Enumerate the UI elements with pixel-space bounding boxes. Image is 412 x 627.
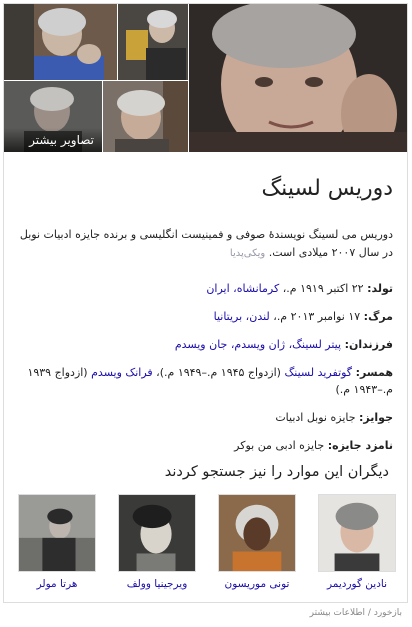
fact-link-2[interactable]: فرانک ویسدم <box>91 366 153 379</box>
fact-label: همسر: <box>355 366 393 379</box>
knowledge-panel: تصاویر بیشتر دوریس لسینگ دوریس می لسینگ … <box>3 3 408 603</box>
gallery-photo-2[interactable] <box>118 4 188 80</box>
person-photo[interactable] <box>318 494 396 572</box>
image-gallery: تصاویر بیشتر <box>4 4 407 152</box>
fact-link[interactable]: کرمانشاه، ایران <box>206 282 279 295</box>
people-also-search-list: هرتا مولر ویرجینیا وولف تونی موریسون ناد… <box>18 494 396 594</box>
fact-label: فرزندان: <box>344 338 393 351</box>
fact-born: تولد: ۲۲ اکتبر ۱۹۱۹ م.، کرمانشاه، ایران <box>14 280 393 297</box>
person-photo[interactable] <box>18 494 96 572</box>
footer-separator: / <box>365 608 374 618</box>
gallery-photo-main[interactable] <box>189 4 407 152</box>
person-card[interactable]: ویرجینیا وولف <box>118 494 196 590</box>
person-card[interactable]: هرتا مولر <box>18 494 96 590</box>
person-photo[interactable] <box>118 494 196 572</box>
fact-value: ۱۷ نوامبر ۲۰۱۳ م.، <box>269 310 361 323</box>
source-link[interactable]: ویکی‌پدیا <box>230 248 265 259</box>
fact-died: مرگ: ۱۷ نوامبر ۲۰۱۳ م.، لندن، بریتانیا <box>14 308 393 325</box>
gallery-photo-3[interactable]: تصاویر بیشتر <box>4 81 102 152</box>
person-photo[interactable] <box>218 494 296 572</box>
fact-value: (ازدواج ۱۹۴۵ م.–۱۹۴۹ م.)، <box>152 366 285 379</box>
person-name[interactable]: ویرجینیا وولف <box>118 578 196 590</box>
people-also-search-title: دیگران این موارد را نیز جستجو کردند <box>164 464 389 480</box>
facts-list: تولد: ۲۲ اکتبر ۱۹۱۹ م.، کرمانشاه، ایران … <box>14 280 393 465</box>
fact-value: جایزه ادبی من بوکر <box>234 439 325 452</box>
fact-awards: جوایز: جایزه نوبل ادبیات <box>14 409 393 426</box>
person-card[interactable]: تونی موریسون <box>218 494 296 590</box>
fact-nominations: نامزد جایزه: جایزه ادبی من بوکر <box>14 437 393 454</box>
entity-title: دوریس لسینگ <box>261 176 393 201</box>
fact-value: ۲۲ اکتبر ۱۹۱۹ م.، <box>279 282 364 295</box>
fact-value: جایزه نوبل ادبیات <box>275 411 356 424</box>
more-images-link[interactable]: تصاویر بیشتر <box>29 133 94 147</box>
fact-label: مرگ: <box>363 310 393 323</box>
entity-description: دوریس می لسینگ نویسندهٔ صوفی و فمینیست ا… <box>18 226 393 263</box>
footer: بازخورد / اطلاعات بیشتر <box>310 608 402 618</box>
fact-spouse: همسر: گوتفرید لسینگ (ازدواج ۱۹۴۵ م.–۱۹۴۹… <box>14 364 393 398</box>
fact-children: فرزندان: پیتر لسینگ، ژان ویسدم، جان ویسد… <box>14 336 393 353</box>
fact-label: جوایز: <box>359 411 393 424</box>
description-text: دوریس می لسینگ نویسندهٔ صوفی و فمینیست ا… <box>19 228 393 259</box>
gallery-photo-4[interactable] <box>103 81 188 152</box>
fact-label: نامزد جایزه: <box>327 439 393 452</box>
gallery-photo-1[interactable] <box>4 4 117 80</box>
person-name[interactable]: نادین گوردیمر <box>318 578 396 590</box>
fact-link[interactable]: گوتفرید لسینگ <box>284 366 352 379</box>
fact-link[interactable]: لندن، بریتانیا <box>214 310 270 323</box>
feedback-link[interactable]: بازخورد <box>374 608 402 618</box>
person-name[interactable]: تونی موریسون <box>218 578 296 590</box>
fact-link[interactable]: پیتر لسینگ، ژان ویسدم، جان ویسدم <box>175 338 341 351</box>
more-info-link[interactable]: اطلاعات بیشتر <box>310 608 365 618</box>
person-card[interactable]: نادین گوردیمر <box>318 494 396 590</box>
person-name[interactable]: هرتا مولر <box>18 578 96 590</box>
fact-label: تولد: <box>367 282 393 295</box>
